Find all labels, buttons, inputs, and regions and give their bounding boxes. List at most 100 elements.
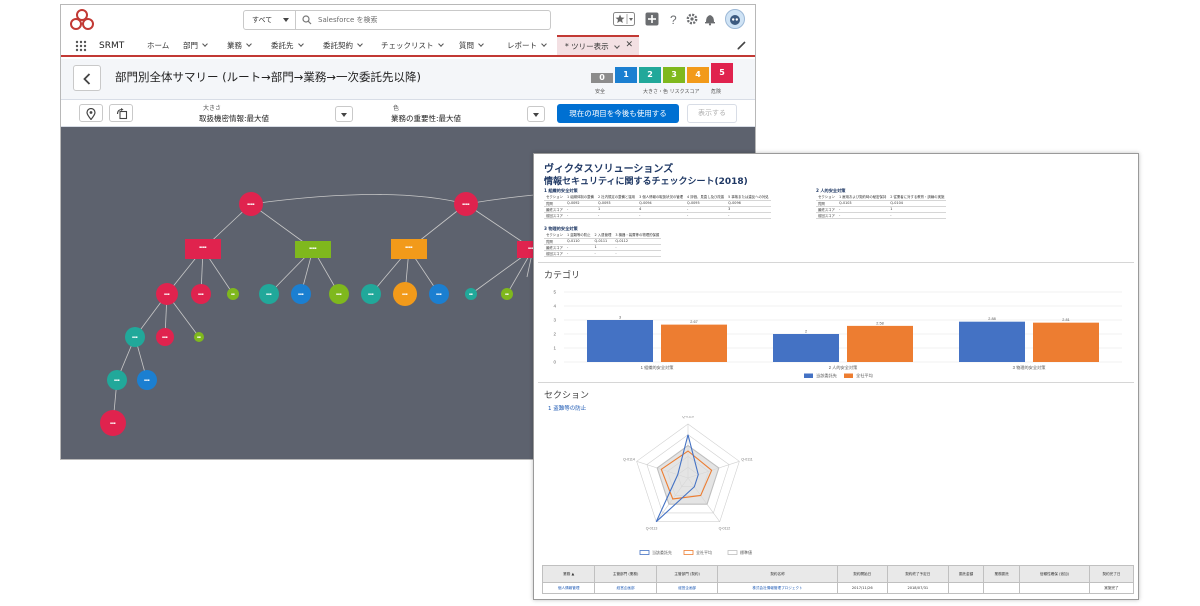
svg-text:?: ? (670, 13, 677, 26)
app-launcher-icon[interactable] (75, 40, 87, 52)
tab-tree-view[interactable]: * ツリー表示 ✕ (557, 35, 639, 55)
nav-item-label: 委託先 (271, 41, 294, 50)
bar (847, 325, 913, 362)
nav-item[interactable]: 委託先 (271, 35, 304, 55)
tree-node[interactable]: ■■ (465, 288, 477, 300)
column-header[interactable]: 主管部門 (業務) (594, 565, 657, 583)
column-header[interactable]: 信頼性確保 (追加) (1019, 565, 1090, 583)
tree-node[interactable]: ■■■■ (454, 192, 478, 216)
table-cell: - (613, 250, 662, 257)
radar-axis-label: Q-0111 (741, 457, 752, 461)
tree-node[interactable]: ■■■ (191, 284, 211, 304)
chevron-down-icon[interactable] (437, 41, 444, 47)
bell-icon[interactable] (703, 12, 717, 26)
nav-item[interactable]: 業務 (227, 35, 252, 55)
column-header[interactable]: 業務委託 (983, 565, 1021, 583)
avatar[interactable] (725, 9, 745, 29)
nav-item[interactable]: チェックリスト (381, 35, 444, 55)
nav-item[interactable]: レポート (507, 35, 547, 55)
category-bar-chart: 0 1 2 3 4 5 3 2.67 1 組織的安全対策 2 2.58 2 人的安全対策 2.88 2.8… (553, 290, 1122, 379)
divider (538, 262, 1134, 263)
tree-node[interactable]: ■■■ (137, 370, 157, 390)
chevron-down-icon[interactable] (297, 41, 304, 47)
color-dropdown-button[interactable] (527, 106, 545, 122)
tree-node[interactable]: ■■■ (125, 327, 145, 347)
contract-table-header: 業務 ▲ 主管部門 (業務) 主管部門 (契約) 契約名称 契約開始日 契約終了予定日 委託… (541, 565, 1135, 583)
column-header[interactable]: 契約開始日 (836, 565, 888, 583)
nav-item[interactable]: 部門 (183, 35, 208, 55)
nav-item[interactable]: 委託契約 (323, 35, 363, 55)
help-icon[interactable]: ? (667, 12, 681, 26)
chevron-down-icon[interactable] (202, 41, 208, 47)
tree-node[interactable]: ■■■ (291, 284, 311, 304)
column-header[interactable]: 契約終了予定日 (886, 565, 949, 583)
back-button[interactable] (73, 65, 101, 91)
y-tick-label: 4 (553, 304, 556, 309)
tree-node[interactable]: ■■■ (259, 284, 279, 304)
tree-node[interactable]: ■■■ (107, 370, 127, 390)
tree-node[interactable]: ■■■ (429, 284, 449, 304)
tree-node[interactable]: ■■■ (100, 410, 126, 436)
table-cell[interactable]: 経営企画部 (594, 582, 657, 594)
tree-toolbar: 大きさ 取扱機密情報:最大値 色 業務の重要性:最大値 現在の項目を今後も使用す… (61, 99, 755, 127)
table-cell[interactable]: 経営企画部 (655, 582, 719, 594)
tree-node[interactable]: ■■■ (329, 284, 349, 304)
table-cell (983, 582, 1021, 594)
y-tick-label: 2 (553, 332, 556, 337)
legend-swatch (683, 550, 694, 555)
legend-swatch (804, 373, 813, 378)
table-row: 前回スコア - - - - - (544, 212, 771, 219)
table-cell[interactable]: 株式会社情報管理プロジェクト (717, 582, 838, 594)
chevron-down-icon[interactable] (614, 43, 620, 49)
column-header[interactable]: 契約名称 (717, 565, 838, 583)
x-tick-label: 1 組織的安全対策 (641, 364, 675, 371)
tree-node[interactable]: ■■■ (156, 328, 174, 346)
use-current-settings-button[interactable]: 現在の項目を今後も使用する (557, 104, 679, 123)
search-scope-dropdown[interactable]: すべて (244, 11, 296, 29)
page-title: 部門別全体サマリー (ルート→部門→業務→一次委託先以降) (115, 70, 422, 84)
table-cell: 3 機器・装置等の物理的保護 (613, 232, 662, 239)
chevron-down-icon[interactable] (357, 41, 363, 47)
tree-nodes[interactable]: ■■■■ ■■■■ ■■■■ ■■■■ ■■■■ ■■■ ■■■ ■■■ ■■ … (100, 192, 547, 436)
gear-icon[interactable] (685, 12, 699, 26)
tree-node[interactable]: ■■■■ (185, 239, 221, 259)
tree-node[interactable]: ■■■ (393, 282, 417, 306)
column-header[interactable]: 主管部門 (契約) (655, 565, 719, 583)
tree-node[interactable]: ■■ (501, 288, 513, 300)
column-header[interactable]: 委託金額 (947, 565, 985, 583)
tree-node[interactable]: ■■ (227, 288, 239, 300)
nav-item[interactable]: ホーム (147, 35, 169, 55)
add-icon[interactable] (645, 12, 659, 26)
contract-table: 業務 ▲ 主管部門 (業務) 主管部門 (契約) 契約名称 契約開始日 契約終了予定日 委託… (541, 565, 1135, 594)
search-input[interactable]: Salesforce を検索 (318, 11, 377, 29)
global-search[interactable]: すべて Salesforce を検索 (243, 10, 551, 30)
table-cell: 最終スコア (544, 206, 565, 213)
chevron-down-icon[interactable] (246, 41, 252, 47)
tree-node[interactable]: ■■■■ (239, 192, 263, 216)
chevron-down-icon[interactable] (478, 41, 484, 47)
y-tick-label: 5 (553, 290, 556, 295)
table-cell: 2 社内規定の整備と運用 (595, 194, 638, 201)
display-button[interactable]: 表示する (687, 104, 737, 123)
tree-node[interactable]: ■■ (194, 332, 204, 342)
size-dropdown-button[interactable] (335, 106, 353, 122)
chevron-down-icon[interactable] (541, 41, 547, 47)
bar (1033, 322, 1099, 362)
favorites-icon[interactable] (613, 12, 635, 26)
table-cell: - (564, 212, 596, 219)
location-button[interactable] (79, 104, 103, 122)
tree-node[interactable]: ■■■■ (391, 239, 427, 259)
pencil-icon[interactable] (737, 40, 747, 50)
nav-item[interactable]: 質問 (459, 35, 484, 55)
tree-node[interactable]: ■■■ (361, 284, 381, 304)
close-icon[interactable]: ✕ (625, 40, 633, 50)
column-header[interactable]: 契約完了日 (1088, 565, 1135, 583)
tree-node[interactable]: ■■■ (156, 283, 178, 305)
svg-text:■■■: ■■■ (402, 292, 408, 296)
column-header[interactable]: 業務 ▲ (541, 565, 596, 583)
table-cell[interactable]: 個人情報管理 (541, 582, 596, 594)
table-row[interactable]: 個人情報管理 経営企画部 経営企画部 株式会社情報管理プロジェクト 2017/11/26… (541, 582, 1135, 594)
tree-node[interactable]: ■■■■ (295, 241, 331, 258)
svg-text:■■■: ■■■ (144, 378, 150, 382)
rotate-layout-button[interactable] (109, 104, 133, 122)
